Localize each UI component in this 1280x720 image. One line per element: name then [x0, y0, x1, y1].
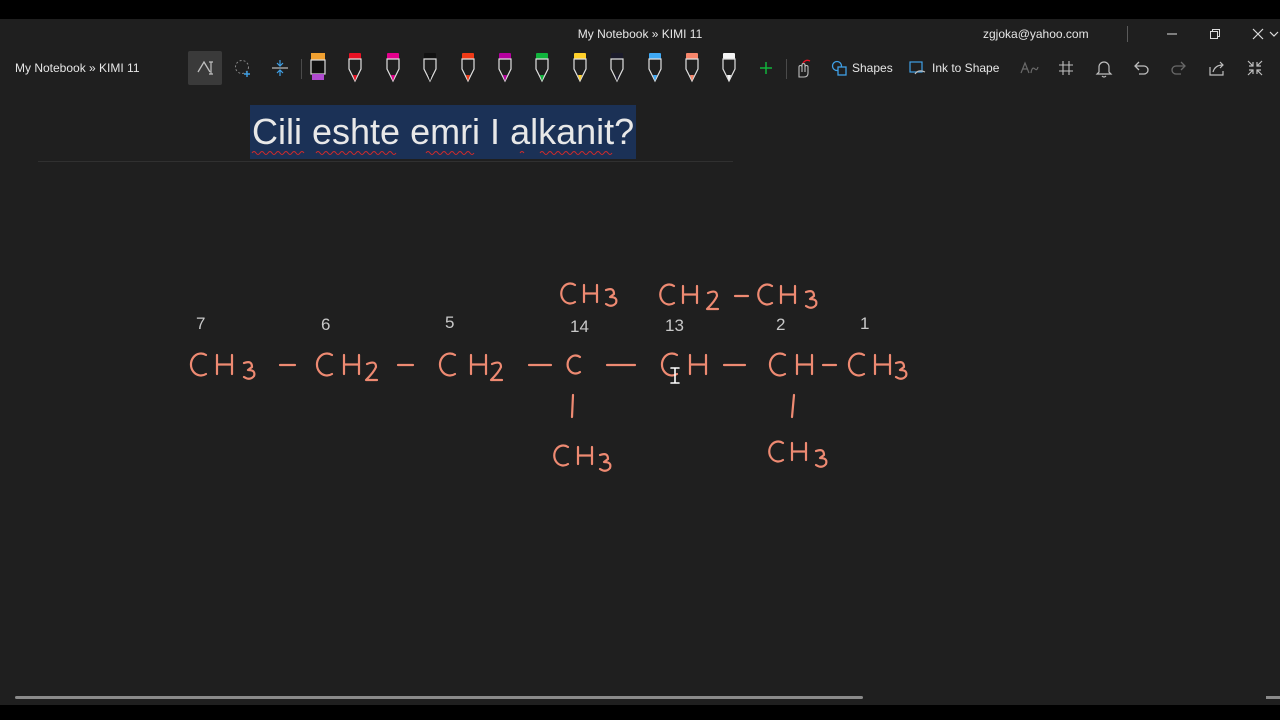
minimize-icon [1167, 33, 1177, 35]
carbon-number: 13 [665, 316, 684, 335]
insert-space-icon [272, 60, 288, 76]
share-icon [1209, 61, 1224, 76]
pen-icon [423, 53, 437, 83]
exit-fullscreen-button[interactable] [1238, 51, 1272, 85]
add-pen-button[interactable] [749, 51, 783, 85]
ink-to-shape-label: Ink to Shape [932, 61, 1000, 75]
horizontal-scrollbar[interactable] [15, 696, 863, 699]
shapes-button[interactable]: Shapes [831, 57, 893, 79]
ink-main-chain [189, 352, 908, 382]
bell-icon [1095, 61, 1113, 78]
ink-bond-c4 [570, 393, 575, 419]
pen-yellow[interactable] [569, 49, 591, 87]
close-button[interactable] [1248, 25, 1268, 43]
pen-red[interactable] [344, 49, 366, 87]
pen-icon [386, 53, 400, 83]
carbon-number: 14 [570, 317, 589, 336]
onenote-window: My Notebook » KIMI 11 zgjoka@yahoo.com M… [0, 19, 1280, 705]
note-canvas[interactable]: Cili eshte emri I alkanit? 7 6 5 14 13 2… [0, 87, 1280, 705]
pen-salmon[interactable] [681, 49, 703, 87]
close-icon [1252, 28, 1264, 40]
share-button[interactable] [1200, 51, 1234, 85]
ink-top-ch2-ch3 [659, 283, 818, 311]
account-email[interactable]: zgjoka@yahoo.com [983, 27, 1089, 41]
ink-to-shape-icon [909, 61, 926, 75]
pen-black[interactable] [419, 49, 441, 87]
ink-to-text-button[interactable] [1012, 51, 1046, 85]
ink-bottom-ch3-left [553, 444, 612, 472]
ink-bottom-ch3-right [768, 440, 828, 468]
carbon-number: 1 [860, 314, 869, 333]
ink-to-text-icon [1020, 61, 1039, 74]
pen-icon [685, 53, 699, 83]
pen-orange-red[interactable] [457, 49, 479, 87]
pen-icon [610, 53, 624, 83]
pen-black-highlighter[interactable] [307, 49, 329, 87]
pen-icon [535, 53, 549, 83]
pen-icon [722, 53, 736, 83]
pen-white[interactable] [718, 49, 740, 87]
ink-to-shape-button[interactable]: Ink to Shape [909, 57, 999, 79]
undo-icon [1134, 61, 1149, 75]
ink-bond-c2 [790, 393, 796, 419]
handwritten-structure: 7 6 5 14 13 2 1 [189, 282, 908, 472]
pen-icon [573, 53, 587, 83]
plus-icon [760, 62, 772, 74]
lasso-select-tool[interactable] [226, 51, 260, 85]
redo-button[interactable] [1162, 51, 1196, 85]
select-text-icon [197, 60, 213, 75]
pen-purple[interactable] [494, 49, 516, 87]
ruler-button[interactable] [1049, 51, 1083, 85]
redo-icon [1171, 61, 1186, 75]
ruler-icon [1059, 61, 1073, 75]
notifications-button[interactable] [1087, 51, 1121, 85]
minimize-button[interactable] [1162, 25, 1182, 43]
pen-icon [648, 53, 662, 83]
pen-icon [348, 53, 362, 83]
carbon-number: 7 [196, 314, 205, 333]
carbon-number: 2 [776, 315, 785, 334]
scrollbar-end[interactable] [1266, 696, 1280, 699]
title-bar: My Notebook » KIMI 11 zgjoka@yahoo.com [0, 19, 1280, 49]
pen-light-blue[interactable] [644, 49, 666, 87]
carbon-number: 5 [445, 313, 454, 332]
pen-icon [310, 53, 326, 80]
undo-button[interactable] [1124, 51, 1158, 85]
title-separator [1127, 26, 1128, 42]
shapes-label: Shapes [852, 61, 893, 75]
restore-button[interactable] [1205, 25, 1225, 43]
breadcrumb[interactable]: My Notebook » KIMI 11 [15, 61, 140, 75]
shapes-icon [831, 60, 847, 76]
pen-green[interactable] [531, 49, 553, 87]
chevron-down-icon[interactable] [1268, 25, 1280, 43]
draw-toolbar: My Notebook » KIMI 11 Shapes Ink to Shap… [0, 49, 1280, 87]
pen-dark[interactable] [606, 49, 628, 87]
ink-top-ch3 [560, 282, 618, 307]
touch-draw-button[interactable] [785, 51, 819, 85]
add-space-tool[interactable] [263, 51, 297, 85]
type-select-tool[interactable] [188, 51, 222, 85]
carbon-number: 6 [321, 315, 330, 334]
toolbar-divider [301, 59, 302, 79]
lasso-icon [235, 60, 250, 77]
pen-icon [461, 53, 475, 83]
restore-icon [1210, 29, 1220, 39]
carbon-numbers: 7 6 5 14 13 2 1 [196, 313, 869, 336]
pen-magenta[interactable] [382, 49, 404, 87]
hand-draw-icon [798, 59, 811, 78]
pen-icon [498, 53, 512, 83]
ink-strokes [189, 282, 908, 472]
collapse-icon [1247, 60, 1263, 76]
